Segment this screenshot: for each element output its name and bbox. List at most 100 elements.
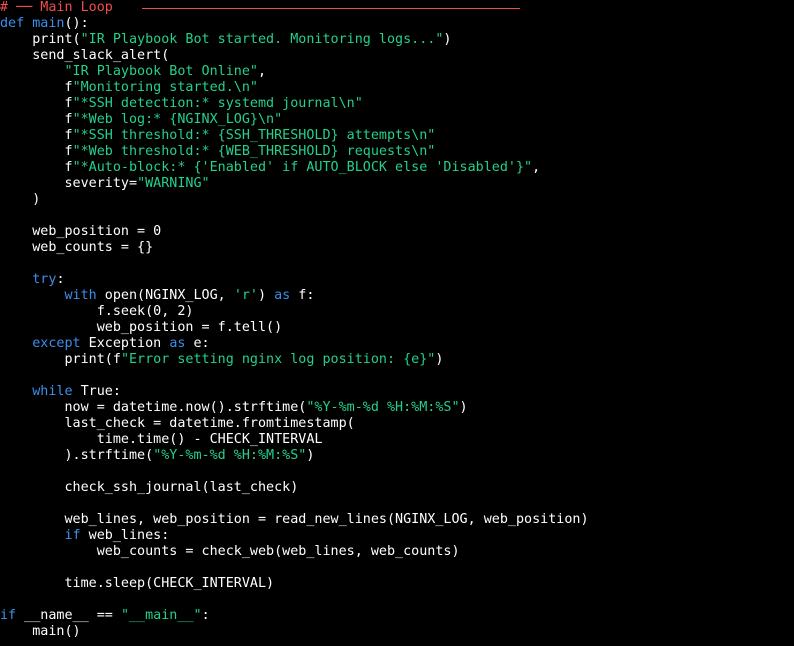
code-token-default: f [0, 80, 73, 95]
code-line: f"*SSH detection:* systemd journal\n" [0, 96, 363, 112]
code-line: print("IR Playbook Bot started. Monitori… [0, 32, 451, 48]
code-token-default: __name__ == [16, 608, 121, 623]
code-token-default: web_counts = check_web(web_lines, web_co… [0, 544, 460, 559]
code-token-default: check_ssh_journal(last_check) [0, 480, 299, 495]
code-token-default: : [56, 272, 65, 287]
code-token-default: : [112, 384, 121, 399]
code-token-default: main() [0, 624, 81, 639]
code-token-keyword: if [64, 528, 81, 543]
code-line: f.seek(0, 2) [0, 304, 194, 320]
code-token-keyword: def [0, 16, 25, 31]
code-token-default: ).strftime( [0, 448, 154, 463]
code-token-default: severity= [0, 176, 138, 191]
code-line: if web_lines: [0, 528, 170, 544]
code-token-default: f [0, 128, 73, 143]
code-line: if __name__ == "__main__": [0, 608, 210, 624]
code-token-default: ) [0, 192, 41, 207]
code-line: send_slack_alert( [0, 48, 169, 64]
code-line: print(f"Error setting nginx log position… [0, 352, 443, 368]
code-token-default: last_check = datetime.fromtimestamp( [0, 416, 355, 431]
code-token-string: "__main__" [120, 608, 202, 623]
code-token-default: f [0, 112, 73, 127]
code-line: # ── Main Loop [0, 0, 113, 16]
code-line: time.sleep(CHECK_INTERVAL) [0, 576, 274, 592]
code-line: with open(NGINX_LOG, 'r') as f: [0, 288, 315, 304]
code-token-default: , [532, 160, 541, 175]
code-line: while True: [0, 384, 121, 400]
code-token-comment: # ── Main Loop [0, 0, 113, 15]
code-token-constant: True [80, 384, 113, 399]
code-line: last_check = datetime.fromtimestamp( [0, 416, 355, 432]
code-token-default: time.time() - CHECK_INTERVAL [0, 432, 323, 447]
code-token-default: web_position = 0 [0, 224, 162, 239]
code-line: ) [0, 192, 40, 208]
code-line: f"*SSH threshold:* {SSH_THRESHOLD} attem… [0, 128, 435, 144]
code-token-default: : [201, 608, 210, 623]
code-token-default: ) [435, 352, 444, 367]
code-token-default: f [0, 96, 73, 111]
code-token-func: main [32, 16, 65, 31]
code-token-default [0, 272, 32, 287]
code-token-default: web_counts = {} [0, 240, 154, 255]
code-line: time.time() - CHECK_INTERVAL [0, 432, 323, 448]
code-token-string: "*Auto-block:* {'Enabled' if AUTO_BLOCK … [72, 160, 533, 175]
code-token-default: time.sleep(CHECK_INTERVAL) [0, 576, 275, 591]
code-token-keyword: try [32, 272, 57, 287]
code-token-string: "*SSH detection:* systemd journal\n" [72, 96, 363, 111]
code-token-default: f.seek(0, 2) [0, 304, 194, 319]
code-token-default: print( [0, 32, 81, 47]
code-token-default: open(NGINX_LOG, [96, 288, 234, 303]
code-token-default [0, 336, 32, 351]
code-token-string: "*Web threshold:* {WEB_THRESHOLD} reques… [72, 144, 436, 159]
code-line: "IR Playbook Bot Online", [0, 64, 267, 80]
code-token-default [73, 384, 81, 399]
code-line: check_ssh_journal(last_check) [0, 480, 298, 496]
code-line: f"*Web log:* {NGINX_LOG}\n" [0, 112, 282, 128]
code-token-default: ) [258, 288, 275, 303]
code-token-default: web_lines: [80, 528, 170, 543]
code-token-default [0, 528, 65, 543]
code-token-default: ) [443, 32, 452, 47]
code-token-default: Exception [80, 336, 170, 351]
code-token-default: f [0, 160, 73, 175]
code-token-keyword: with [64, 288, 97, 303]
code-token-default: f: [290, 288, 315, 303]
code-token-string: "%Y-%m-%d %H:%M:%S" [153, 448, 307, 463]
code-line: now = datetime.now().strftime("%Y-%m-%d … [0, 400, 467, 416]
code-line: web_position = 0 [0, 224, 161, 240]
code-token-keyword: if [0, 608, 17, 623]
code-line: web_lines, web_position = read_new_lines… [0, 512, 589, 528]
code-token-default: now = datetime.now().strftime( [0, 400, 307, 415]
code-line: def main(): [0, 16, 89, 32]
code-token-default: send_slack_alert( [0, 48, 170, 63]
code-token-default: f [0, 144, 73, 159]
code-line: web_counts = {} [0, 240, 153, 256]
code-line: f"*Web threshold:* {WEB_THRESHOLD} reque… [0, 144, 435, 160]
code-token-default [0, 384, 32, 399]
code-token-keyword: as [169, 336, 186, 351]
code-token-default [0, 64, 65, 79]
code-token-default: web_position = f.tell() [0, 320, 283, 335]
code-line: f"Monitoring started.\n" [0, 80, 258, 96]
code-line: web_counts = check_web(web_lines, web_co… [0, 544, 460, 560]
code-line: try: [0, 272, 65, 288]
code-token-string: "IR Playbook Bot Online" [64, 64, 258, 79]
code-token-default: ) [306, 448, 315, 463]
code-editor[interactable]: # ── Main Loop def main(): print("IR Play… [0, 0, 794, 646]
code-token-string: "*Web log:* {NGINX_LOG}\n" [72, 112, 283, 127]
code-token-string: "%Y-%m-%d %H:%M:%S" [306, 400, 460, 415]
code-token-string: "IR Playbook Bot started. Monitoring log… [80, 32, 444, 47]
code-line: ).strftime("%Y-%m-%d %H:%M:%S") [0, 448, 314, 464]
code-line: f"*Auto-block:* {'Enabled' if AUTO_BLOCK… [0, 160, 540, 176]
code-line: main() [0, 624, 81, 640]
code-line: severity="WARNING" [0, 176, 209, 192]
code-token-string: 'r' [233, 288, 258, 303]
code-token-keyword: except [32, 336, 81, 351]
code-token-default: print(f [0, 352, 121, 367]
code-token-default [0, 288, 65, 303]
code-token-default: , [257, 64, 267, 79]
code-token-default: (): [64, 16, 89, 31]
code-token-keyword: as [274, 288, 291, 303]
code-token-default: web_lines, web_position = read_new_lines… [0, 512, 589, 527]
code-line: except Exception as e: [0, 336, 209, 352]
